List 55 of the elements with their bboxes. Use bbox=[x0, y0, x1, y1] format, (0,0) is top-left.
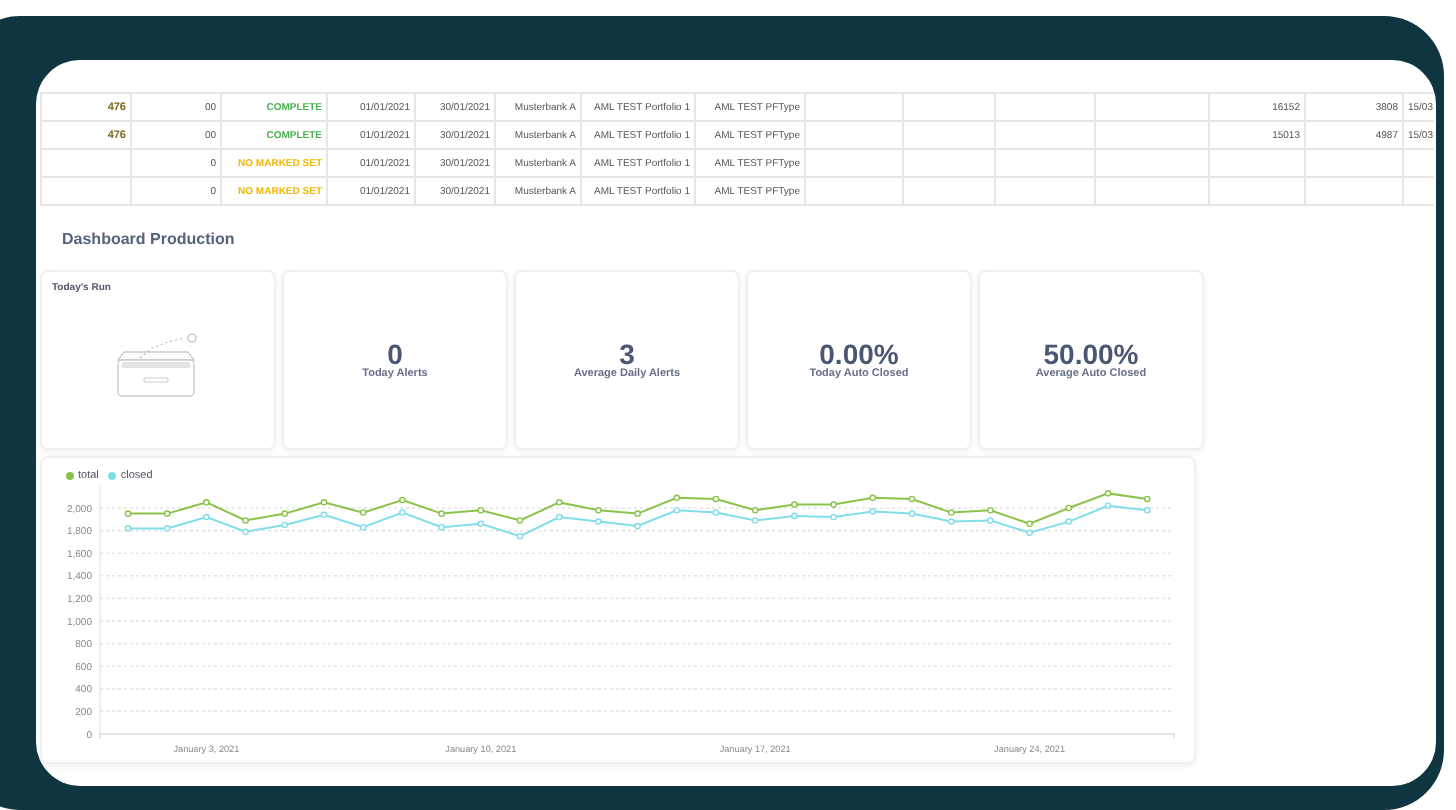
data-point bbox=[1104, 490, 1112, 497]
data-point bbox=[987, 517, 994, 524]
data-point bbox=[987, 506, 994, 514]
stat-value: 0 bbox=[387, 340, 403, 368]
stat-value: 3 bbox=[619, 340, 635, 368]
data-point bbox=[203, 513, 210, 521]
data-point bbox=[712, 495, 720, 503]
data-point bbox=[124, 525, 132, 532]
section-title: Dashboard Production bbox=[62, 230, 237, 252]
data-point bbox=[595, 518, 602, 525]
data-point bbox=[163, 510, 171, 517]
data-point bbox=[751, 517, 759, 524]
data-point bbox=[791, 501, 798, 508]
data-point bbox=[908, 495, 916, 503]
data-point bbox=[359, 509, 367, 516]
data-point bbox=[477, 506, 485, 514]
data-point bbox=[320, 499, 328, 506]
data-point bbox=[751, 506, 759, 514]
data-point bbox=[242, 528, 249, 536]
data-point bbox=[869, 494, 877, 502]
data-point bbox=[477, 520, 485, 528]
data-point bbox=[634, 522, 641, 530]
data-point bbox=[438, 510, 445, 517]
data-point bbox=[438, 523, 445, 531]
data-point bbox=[595, 506, 602, 514]
data-point bbox=[516, 532, 524, 540]
data-point bbox=[163, 525, 171, 532]
data-point bbox=[1065, 518, 1073, 525]
data-point bbox=[1143, 495, 1151, 503]
data-point bbox=[203, 499, 210, 506]
data-point bbox=[1143, 506, 1151, 514]
data-point bbox=[791, 512, 798, 520]
data-point bbox=[124, 510, 132, 517]
data-point bbox=[281, 510, 289, 517]
data-point bbox=[399, 496, 406, 504]
data-point bbox=[869, 508, 877, 515]
stat-value: 50.00% bbox=[1043, 340, 1139, 368]
data-point bbox=[673, 494, 681, 502]
data-point bbox=[242, 517, 249, 524]
data-point bbox=[281, 521, 289, 529]
data-point bbox=[1104, 502, 1112, 510]
data-point bbox=[712, 509, 720, 516]
data-point bbox=[555, 513, 563, 521]
data-point bbox=[830, 501, 837, 508]
data-point bbox=[399, 509, 406, 516]
data-point bbox=[516, 517, 524, 524]
data-point bbox=[359, 523, 367, 531]
data-point bbox=[830, 513, 837, 521]
data-point bbox=[320, 511, 328, 519]
data-point bbox=[1065, 504, 1073, 512]
stat-value: 0.00% bbox=[819, 340, 899, 368]
data-point bbox=[634, 510, 641, 517]
data-point bbox=[673, 506, 681, 514]
data-point bbox=[555, 499, 563, 506]
data-point bbox=[908, 510, 916, 517]
